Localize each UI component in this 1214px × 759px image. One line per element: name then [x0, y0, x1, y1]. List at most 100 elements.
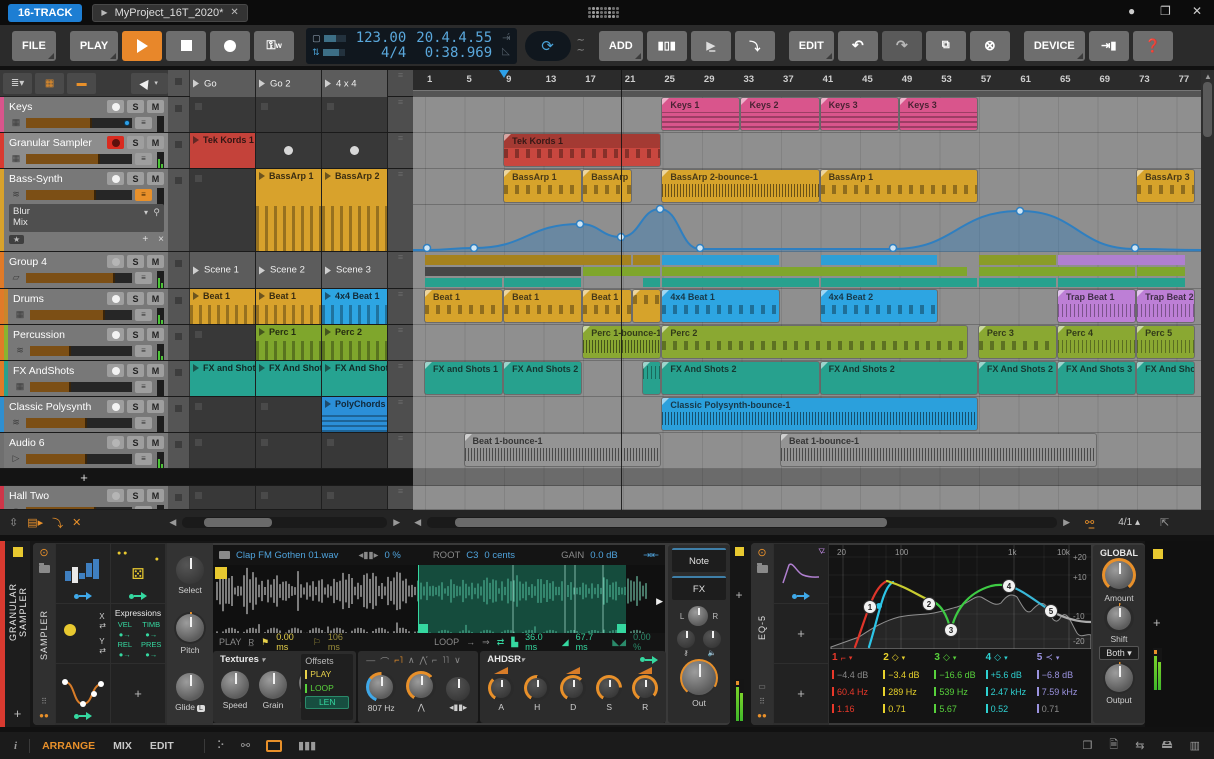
launcher-view-icon[interactable]: ▦: [35, 72, 65, 94]
curve-modulator[interactable]: [56, 664, 110, 723]
add-modulator-button[interactable]: +: [111, 664, 165, 723]
loop-toggle[interactable]: ⟳: [524, 30, 571, 61]
track-row[interactable]: Keys S M ▦ ≡: [0, 97, 168, 133]
eq-band-gain[interactable]: −16.6 dB: [934, 666, 985, 683]
track-name[interactable]: Group 4: [9, 256, 104, 268]
chevron-down-icon[interactable]: ▾: [953, 654, 957, 662]
track-name[interactable]: Hall Two: [9, 490, 104, 502]
launcher-clip[interactable]: BassArp 2: [322, 169, 387, 251]
clip-slot[interactable]: FX And Shots 3: [322, 361, 388, 396]
launcher-clip[interactable]: Perc 1: [256, 325, 321, 360]
arranger-clip[interactable]: Beat 1: [583, 290, 631, 322]
mixer-panel-icon[interactable]: ▥: [1190, 739, 1200, 752]
help-icon[interactable]: ❓: [1132, 30, 1173, 61]
envelope-follower-modulator[interactable]: ⛛̶: [774, 544, 828, 603]
arranger-hscrollbar[interactable]: [427, 517, 1058, 528]
automation-follow-icon[interactable]: ∼: [577, 45, 585, 56]
volume-fader[interactable]: [26, 153, 132, 164]
note-chain-button[interactable]: Note: [672, 548, 726, 572]
arranger-clip[interactable]: FX And Shots 2: [978, 362, 1056, 394]
arranger-scroll-left[interactable]: ◀: [414, 517, 421, 528]
clip-stop-button[interactable]: [168, 433, 190, 468]
clip-slot[interactable]: [190, 397, 256, 432]
eq-band-gain[interactable]: −4.4 dB: [832, 666, 883, 683]
eq-band-freq[interactable]: 60.4 Hz: [832, 683, 883, 700]
add-modulator-button[interactable]: +: [774, 604, 828, 663]
arranger-clip[interactable]: FX And Shots 2: [662, 362, 819, 394]
eq-band-freq[interactable]: 2.47 kHz: [985, 683, 1037, 700]
arranger-track-lane[interactable]: Tek Kords 1: [413, 133, 1201, 169]
clip-slot[interactable]: [322, 133, 388, 168]
chevron-down-icon[interactable]: ▾: [902, 654, 906, 662]
arranger-clip[interactable]: Classic Polysynth-bounce-1: [662, 398, 977, 430]
track-height-icon[interactable]: ⇳: [9, 516, 18, 529]
automation-write-icon[interactable]: ∼: [577, 35, 585, 46]
clip-row-menu[interactable]: ≡: [388, 97, 413, 132]
redo-icon[interactable]: ↷: [881, 30, 922, 61]
play-button[interactable]: [122, 30, 163, 61]
clip-slot[interactable]: [322, 486, 388, 509]
launcher-scroll-left[interactable]: ◀: [169, 517, 176, 528]
volume-fader[interactable]: [26, 272, 132, 283]
track-menu-button[interactable]: ≡: [135, 308, 152, 321]
position-time[interactable]: 0:38.969: [416, 45, 492, 61]
arranger-clip[interactable]: Beat 1-bounce-1: [781, 434, 1096, 466]
launcher-scroll-right[interactable]: ▶: [393, 517, 400, 528]
automation-point[interactable]: [888, 243, 898, 252]
solo-button[interactable]: S: [127, 255, 144, 268]
root-note[interactable]: C3: [466, 550, 478, 561]
device-button[interactable]: DEVICE: [1023, 30, 1085, 61]
link-views-icon[interactable]: ⚯: [241, 739, 250, 752]
solo-button[interactable]: S: [127, 436, 144, 449]
play-start-marker[interactable]: [215, 567, 227, 579]
clip-stop-button[interactable]: [168, 361, 190, 396]
add-device-button[interactable]: +: [1153, 615, 1161, 630]
eq-band-freq[interactable]: 7.59 kHz: [1036, 683, 1088, 700]
filter-bp2-icon[interactable]: ⋀̕: [420, 655, 427, 668]
automation-point[interactable]: [1130, 243, 1140, 252]
eq-band-freq[interactable]: 539 Hz: [934, 683, 985, 700]
mute-button[interactable]: M: [147, 172, 164, 185]
track-name[interactable]: Bass-Synth: [9, 173, 104, 185]
io-routing-icon[interactable]: ⇆: [1135, 739, 1144, 752]
gain-value[interactable]: 0.0 dB: [590, 550, 617, 561]
arm-record-button[interactable]: [107, 436, 124, 449]
view-tab-edit[interactable]: EDIT: [150, 740, 174, 752]
launcher-clip[interactable]: BassArp 1: [256, 169, 321, 251]
arranger-clip[interactable]: Perc 5: [1137, 326, 1195, 358]
device-select-square[interactable]: [12, 547, 23, 557]
clip-slot[interactable]: [256, 133, 322, 168]
arm-record-button[interactable]: [107, 489, 124, 502]
track-menu-button[interactable]: ≡: [135, 116, 152, 129]
clip-slot[interactable]: [322, 433, 388, 468]
add-effect-track-icon[interactable]: ⤵: [734, 30, 775, 61]
eq-band-selector[interactable]: 5 ≺ ▾: [1037, 649, 1088, 666]
automation-lane-selector[interactable]: Blur Mix ▾ ⚲: [9, 204, 164, 232]
arranger-clip[interactable]: BassArp 1: [583, 170, 631, 202]
track-row[interactable]: Percussion S M ≋ ≡: [0, 325, 168, 361]
arranger-clip[interactable]: [632, 290, 661, 322]
clip-slot[interactable]: Tek Kords 1: [190, 133, 256, 168]
arranger-clip[interactable]: Beat 1-bounce-1: [464, 434, 661, 466]
clip-slot[interactable]: Scene 2: [256, 252, 322, 288]
clip-row-menu[interactable]: ≡: [388, 433, 413, 468]
solo-button[interactable]: S: [127, 172, 144, 185]
position-beats[interactable]: 20.4.4.55: [416, 30, 492, 46]
arranger-track-lane[interactable]: Keys 1 Keys 2 Keys 3 Keys 3: [413, 97, 1201, 133]
clip-slot[interactable]: FX and Shots 1: [190, 361, 256, 396]
track-menu-button[interactable]: ≡: [135, 416, 152, 429]
arranger-clip[interactable]: BassArp 2-bounce-1: [662, 170, 819, 202]
track-menu-button[interactable]: ≡: [135, 271, 152, 284]
arranger-clip[interactable]: Trap Beat 1: [1057, 290, 1136, 322]
track-name[interactable]: Keys: [9, 101, 104, 113]
clip-slot[interactable]: [190, 486, 256, 509]
track-name[interactable]: Granular Sampler: [9, 137, 104, 149]
track-row[interactable]: Classic Polysynth S M ≋ ≡: [0, 397, 168, 433]
eq-band-selector[interactable]: 1 ⌐ ▾: [832, 649, 883, 666]
mute-button[interactable]: M: [147, 364, 164, 377]
solo-button[interactable]: S: [127, 328, 144, 341]
add-audio-track-icon[interactable]: ▶̲: [690, 30, 731, 61]
launcher-clip[interactable]: Tek Kords 1: [190, 133, 255, 168]
add-button[interactable]: ADD: [598, 30, 643, 61]
arranger-clip[interactable]: Perc 2: [662, 326, 967, 358]
